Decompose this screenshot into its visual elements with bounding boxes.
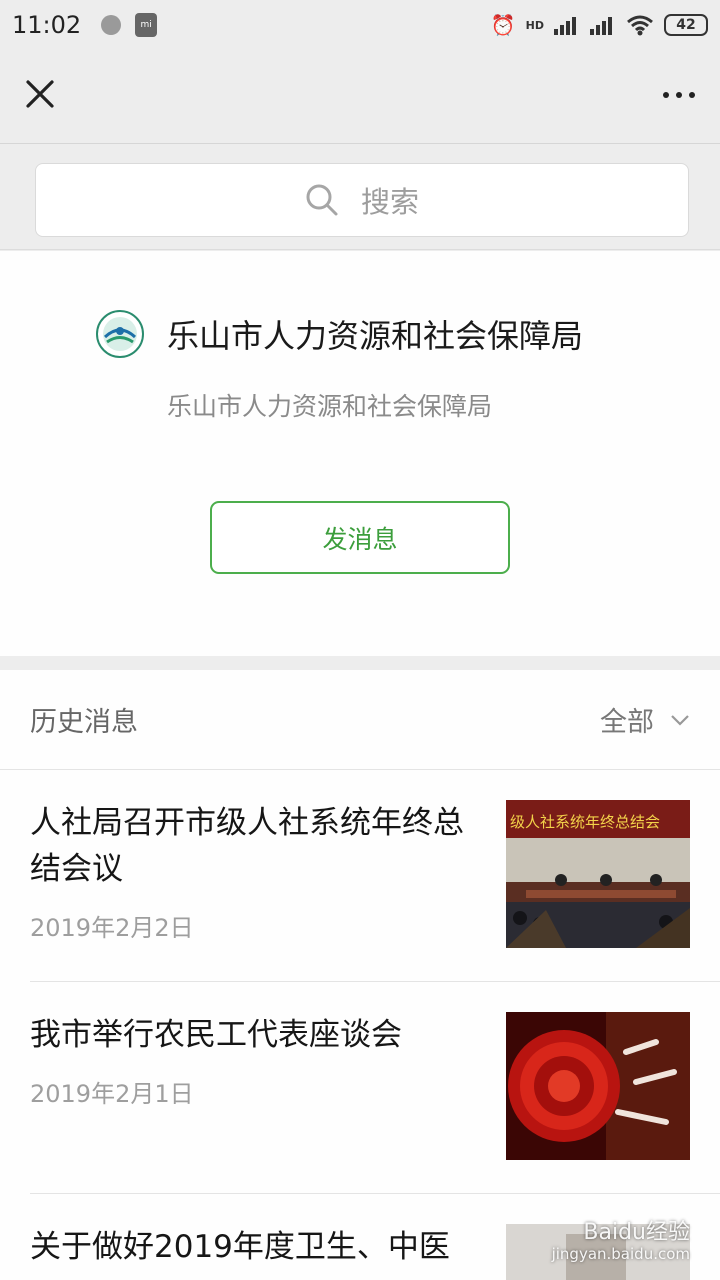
account-profile: 乐山市人力资源和社会保障局 乐山市人力资源和社会保障局 发消息 [0,251,720,656]
article-title: 人社局召开市级人社系统年终总结会议 [30,805,464,887]
more-button[interactable] [654,80,704,110]
more-dot-icon [689,92,695,98]
battery-indicator: 42 [664,14,708,36]
status-bar: 11:02 mi ⏰ HD 42 [0,0,720,50]
more-dot-icon [676,92,682,98]
search-icon [306,184,338,216]
article-thumbnail [506,1012,690,1160]
account-name: 乐山市人力资源和社会保障局 [167,317,584,355]
notification-dot-icon [101,15,122,35]
article-date: 2019年2月1日 [30,1080,194,1108]
article-title: 我市举行农民工代表座谈会 [30,1017,402,1053]
close-button[interactable] [20,74,60,114]
hd-badge: HD [525,18,544,32]
history-header: 历史消息 全部 [0,670,720,770]
filter-label: 全部 [600,707,654,738]
search-input[interactable]: 搜索 [35,163,689,237]
filter-dropdown[interactable]: 全部 [600,700,690,739]
nav-bar [0,50,720,144]
banner-text: 级人社系统年终总结会 [510,813,660,831]
article-title: 关于做好2019年度卫生、中医 [30,1229,450,1265]
org-logo [96,310,144,358]
signal-icon [554,17,576,35]
watermark: Baidu经验 jingyan.baidu.com [552,1221,690,1262]
profile-header: 乐山市人力资源和社会保障局 [95,309,583,359]
search-placeholder: 搜索 [360,185,419,219]
history-section: 历史消息 全部 人社局召开市级人社系统年终总结会议 2019年2月2日 级人社系… [0,670,720,1280]
wifi-icon [627,15,653,36]
account-description: 乐山市人力资源和社会保障局 [167,392,493,421]
article-item[interactable]: 人社局召开市级人社系统年终总结会议 2019年2月2日 级人社系统年终总结会 [30,770,720,982]
chevron-down-icon [671,714,689,726]
article-item[interactable]: 我市举行农民工代表座谈会 2019年2月1日 [30,982,720,1194]
signal-2-icon [590,17,612,35]
article-thumbnail: 级人社系统年终总结会 [506,800,690,948]
status-time: 11:02 [12,11,82,39]
watermark-brand: Baidu经验 [583,1220,690,1246]
more-dot-icon [663,92,669,98]
history-title: 历史消息 [30,707,138,738]
status-icons: ⏰ HD 42 [491,14,708,36]
alarm-icon: ⏰ [490,13,516,37]
close-icon [26,80,54,108]
article-date: 2019年2月2日 [30,914,194,942]
search-area: 搜索 [0,145,720,250]
sim-icon: mi [135,13,158,37]
send-message-button[interactable]: 发消息 [210,501,510,574]
watermark-url: jingyan.baidu.com [551,1244,690,1263]
